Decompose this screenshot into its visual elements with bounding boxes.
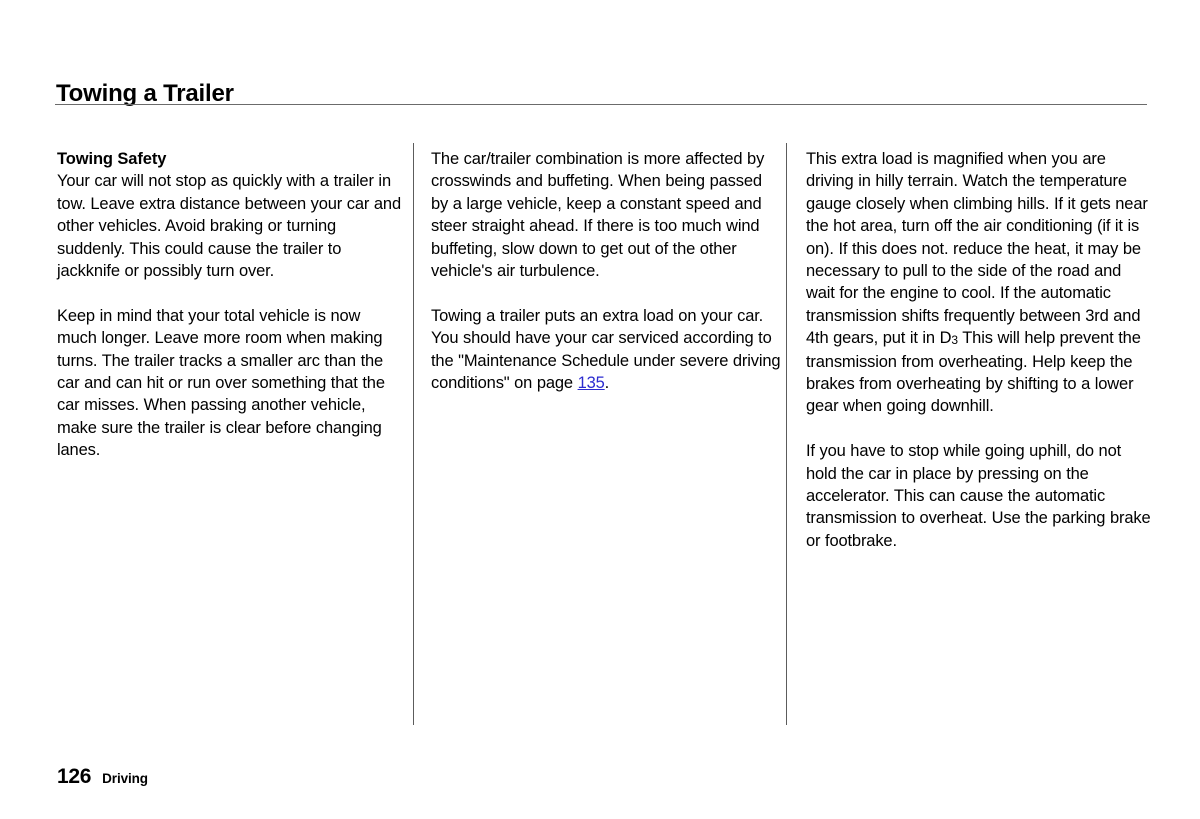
paragraph-text-tail: . [604, 374, 610, 393]
footer-section-name: Driving [102, 771, 148, 786]
paragraph: If you have to stop while going uphill, … [806, 442, 1151, 550]
paragraph: Keep in mind that your total vehicle is … [57, 306, 385, 460]
paragraph: The car/trailer combination is more affe… [431, 150, 765, 281]
page-footer: 126 Driving [57, 765, 148, 789]
footer-page-number: 126 [57, 765, 92, 788]
paragraph-text: This extra load is magnified when you ar… [806, 150, 1148, 348]
text-column-1: Towing Safety Your car will not stop as … [57, 148, 403, 462]
text-column-3: This extra load is magnified when you ar… [806, 148, 1154, 552]
page-reference-link-135[interactable]: 135 [578, 374, 605, 392]
text-column-2: The car/trailer combination is more affe… [431, 148, 781, 394]
column-divider-left [413, 143, 414, 725]
header-divider-rule [55, 104, 1147, 105]
gear-subscript-3: 3 [951, 333, 958, 348]
paragraph-with-gear-designation: This extra load is magnified when you ar… [806, 148, 1154, 418]
paragraph-with-page-reference: Towing a trailer puts an extra load on y… [431, 305, 781, 395]
towing-safety-heading: Towing Safety [57, 150, 167, 168]
manual-page: Towing a Trailer Towing Safety Your car … [0, 0, 1200, 819]
paragraph: Your car will not stop as quickly with a… [57, 172, 401, 281]
column-divider-right [786, 143, 787, 725]
